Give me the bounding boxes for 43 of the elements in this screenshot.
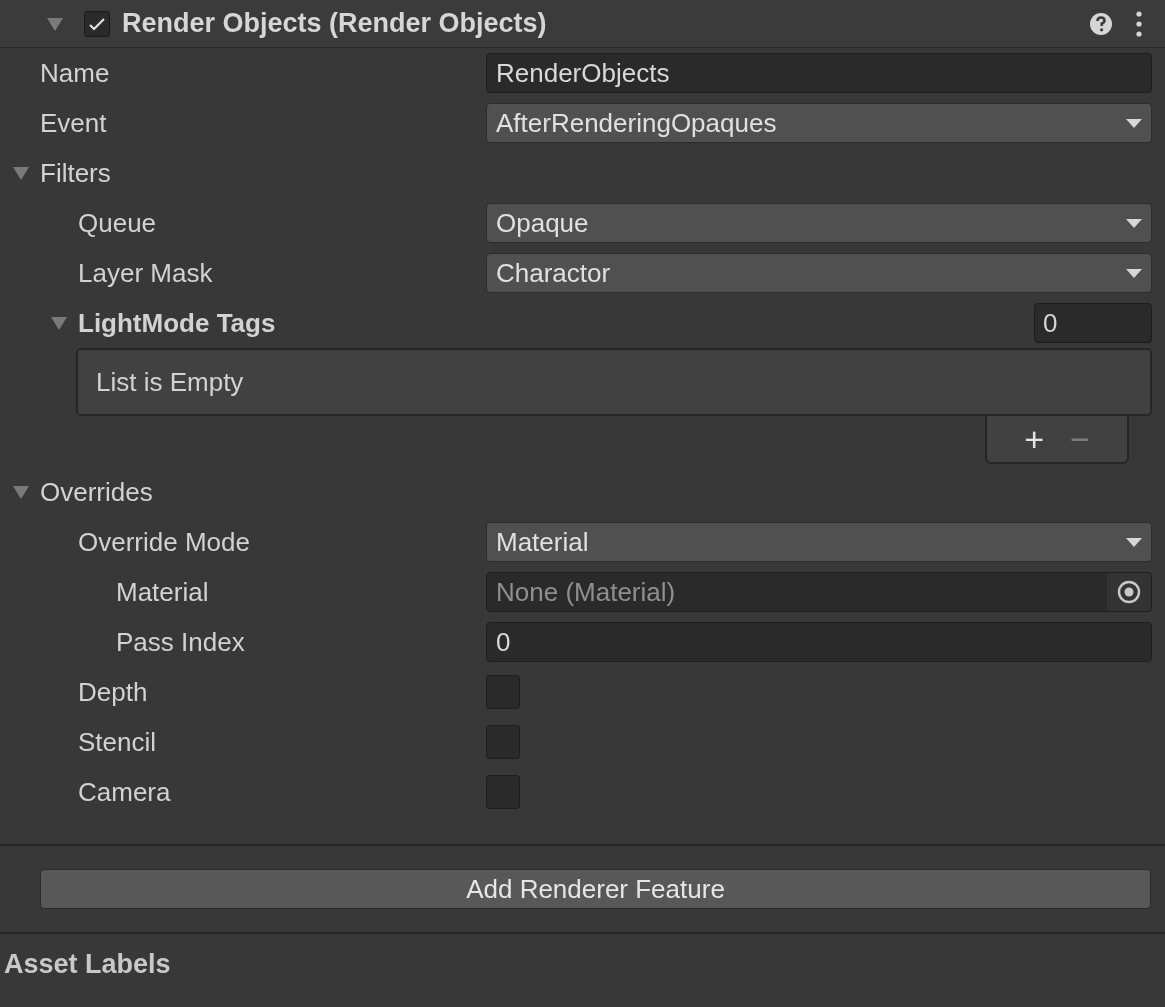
dropdown-caret-icon [1126,117,1142,129]
checkbox[interactable] [486,675,520,709]
collapse-arrow-icon[interactable] [12,484,30,500]
dropdown-caret-icon [1126,267,1142,279]
collapse-arrow-icon[interactable] [46,15,64,32]
add-renderer-feature-button[interactable]: Add Renderer Feature [40,869,1151,909]
property-label: Camera [78,775,171,809]
dropdown-caret-icon [1126,217,1142,229]
more-options-icon[interactable] [1135,10,1143,37]
checkmark-icon [88,16,106,31]
property-label: LightMode Tags [78,306,276,340]
dropdown-caret-icon [1126,536,1142,548]
checkbox[interactable] [486,725,520,759]
dropdown[interactable]: Charactor [486,253,1152,293]
property-label: Name [40,56,110,90]
dropdown[interactable]: AfterRenderingOpaques [486,103,1152,143]
component-title: Render Objects (Render Objects) [122,7,547,41]
text-field[interactable]: RenderObjects [486,53,1152,93]
section-title: Asset Labels [3,948,172,981]
help-icon[interactable] [1089,11,1113,36]
property-label: Stencil [78,725,157,759]
array-size-field[interactable]: 0 [1034,303,1152,343]
property-label: Override Mode [78,525,250,559]
collapse-arrow-icon[interactable] [12,165,30,181]
property-label: Overrides [40,475,153,509]
collapse-arrow-icon[interactable] [50,315,68,331]
add-item-button[interactable]: + [1024,422,1044,456]
property-label: Filters [40,156,111,190]
object-picker-icon[interactable] [1117,580,1141,604]
object-field[interactable]: None (Material) [486,572,1152,612]
dropdown[interactable]: Opaque [486,203,1152,243]
dropdown[interactable]: Material [486,522,1152,562]
property-label: Layer Mask [78,256,213,290]
property-label: Depth [78,675,148,709]
field-placeholder: None (Material) [496,575,676,609]
property-label: Pass Index [116,625,245,659]
checkbox[interactable] [486,775,520,809]
property-label: Material [116,575,209,609]
enable-checkbox[interactable] [84,10,110,37]
property-label: Event [40,106,107,140]
empty-list-text: List is Empty [96,365,244,399]
text-field[interactable]: 0 [486,622,1152,662]
property-label: Queue [78,206,157,240]
